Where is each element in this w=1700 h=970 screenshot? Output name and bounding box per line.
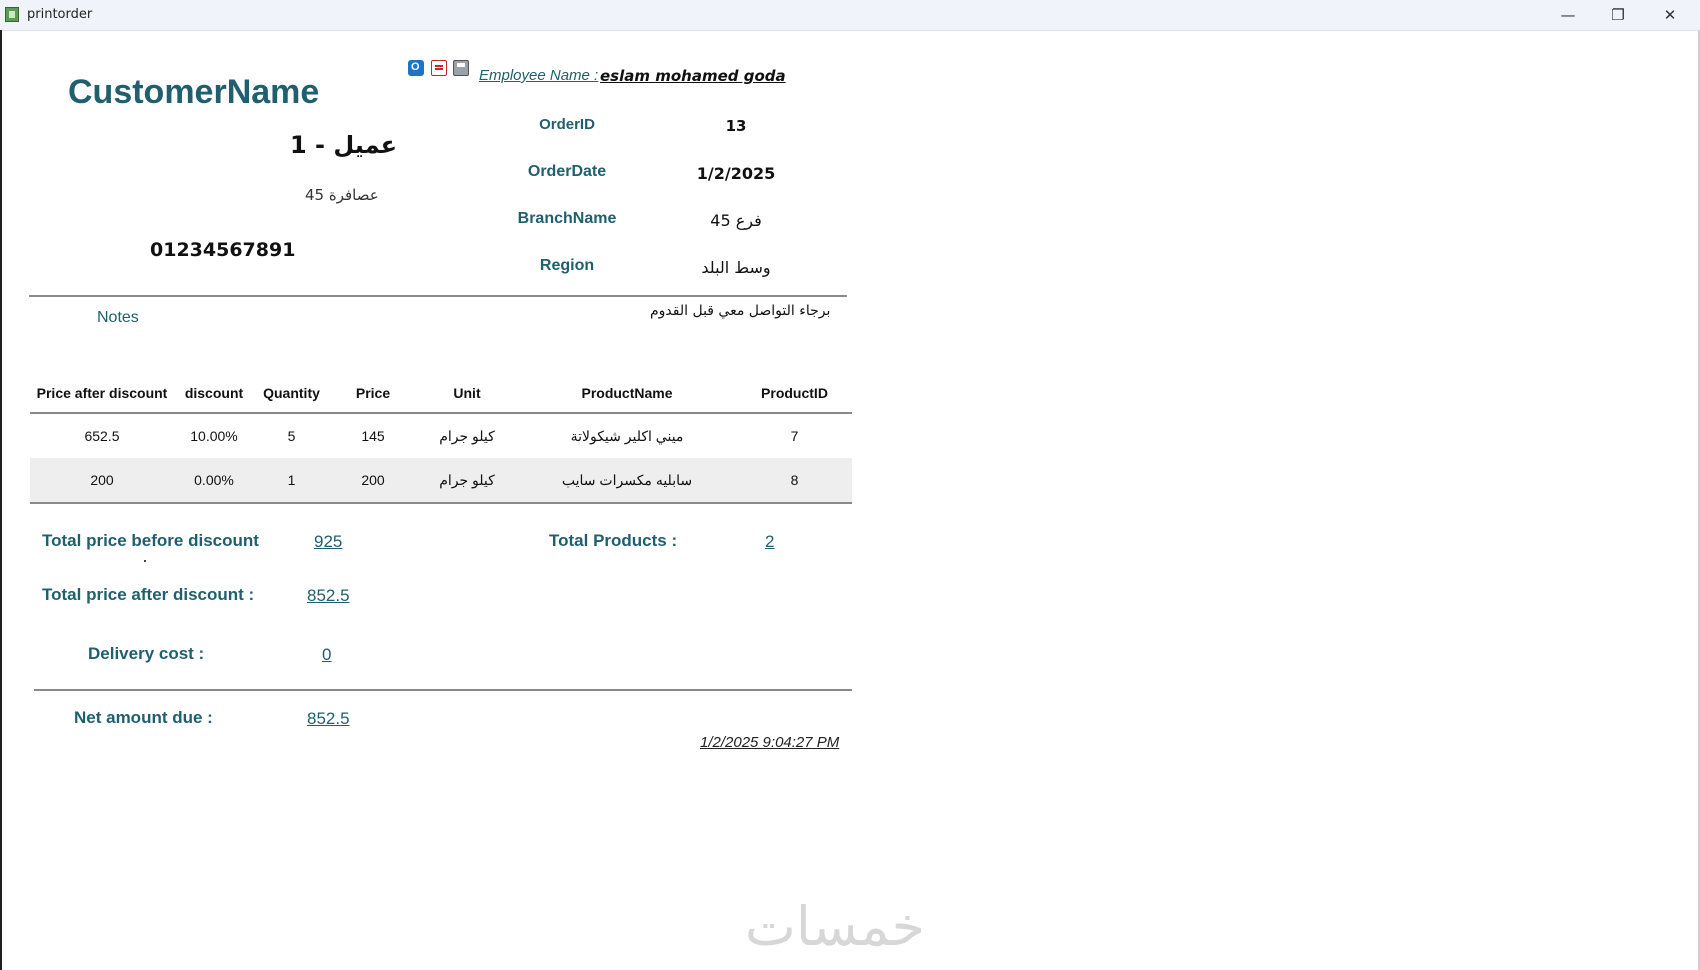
total-before-discount-label: Total price before discount xyxy=(42,531,259,550)
print-icon[interactable] xyxy=(453,60,469,76)
notes-value: برجاء التواصل معي قبل القدوم xyxy=(650,303,831,319)
col-product-name: ProductName xyxy=(517,374,737,414)
outlook-icon[interactable] xyxy=(408,60,424,76)
cell-quantity: 5 xyxy=(287,428,296,444)
delivery-cost-label: Delivery cost : xyxy=(88,644,205,663)
print-timestamp: 1/2/2025 9:04:27 PM xyxy=(700,734,840,751)
divider-top xyxy=(29,295,847,297)
cell-product-id: 8 xyxy=(737,458,852,504)
order-id-label: OrderID xyxy=(539,116,595,133)
app-icon xyxy=(5,7,19,22)
restore-button[interactable]: ❐ xyxy=(1593,0,1643,30)
customer-address: عصافرة 45 xyxy=(305,186,379,204)
cell-price-after-discount: 200 xyxy=(30,458,174,504)
minimize-button[interactable]: — xyxy=(1543,0,1593,30)
customer-name: عميل - 1 xyxy=(290,131,398,159)
divider-bottom xyxy=(34,689,852,691)
close-button[interactable]: ✕ xyxy=(1645,0,1695,30)
col-product-id: ProductID xyxy=(737,374,852,414)
col-quantity: Quantity xyxy=(254,374,329,414)
order-date-value: 1/2/2025 xyxy=(696,164,776,183)
window-title: printorder xyxy=(27,7,93,22)
cell-discount: 0.00% xyxy=(174,458,254,504)
total-products-label: Total Products : xyxy=(549,531,678,550)
cell-product-name: ميني اكلير شيكولاتة xyxy=(570,427,684,444)
total-before-discount-value: 925 xyxy=(314,532,343,551)
order-id-value: 13 xyxy=(725,117,747,135)
cell-product-id: 7 xyxy=(790,428,799,444)
net-amount-label: Net amount due : xyxy=(74,708,213,727)
window-titlebar: printorder — ❐ ✕ xyxy=(0,0,1700,31)
total-after-discount-value: 852.5 xyxy=(307,586,350,605)
region-value: وسط البلد xyxy=(701,258,771,277)
total-products-value: 2 xyxy=(765,532,775,551)
order-items-table: Price after discount discount Quantity P… xyxy=(30,374,852,504)
col-price: Price xyxy=(329,374,417,414)
delivery-cost-value: 0 xyxy=(322,645,332,664)
cell-price: 200 xyxy=(329,458,417,504)
total-after-discount-label: Total price after discount : xyxy=(42,585,255,604)
col-discount: discount xyxy=(174,374,254,414)
customer-phone: 01234567891 xyxy=(150,239,296,261)
employee-label: Employee Name : xyxy=(479,67,599,84)
pdf-icon[interactable] xyxy=(431,60,447,76)
cell-product-name: سابليه مكسرات سايب xyxy=(517,458,737,504)
order-date-label: OrderDate xyxy=(527,163,607,180)
net-amount-value: 852.5 xyxy=(307,709,350,728)
col-price-after-discount: Price after discount xyxy=(30,374,174,414)
col-unit: Unit xyxy=(417,374,517,414)
branch-name-label: BranchName xyxy=(517,210,617,227)
table-header-row: Price after discount discount Quantity P… xyxy=(30,374,852,414)
employee-name: eslam mohamed goda xyxy=(600,67,786,85)
table-row: 200 0.00% 1 200 كيلو جرام سابليه مكسرات … xyxy=(30,458,852,504)
stray-dot xyxy=(144,560,146,562)
branch-name-value: فرع 45 xyxy=(710,211,762,230)
cell-discount: 10.00% xyxy=(190,428,238,444)
cell-unit: كيلو جرام xyxy=(439,427,495,444)
notes-label: Notes xyxy=(97,309,139,326)
cell-quantity: 1 xyxy=(254,458,329,504)
region-label: Region xyxy=(539,257,595,274)
watermark-logo: خمسات xyxy=(745,895,926,958)
table-row: 652.5 10.00% 5 145 كيلو جرام ميني اكلير … xyxy=(30,413,852,458)
frame-left-border xyxy=(0,30,2,970)
customer-title: CustomerName xyxy=(68,73,320,111)
cell-unit: كيلو جرام xyxy=(417,458,517,504)
cell-price-after-discount: 652.5 xyxy=(84,428,120,444)
cell-price: 145 xyxy=(361,428,385,444)
